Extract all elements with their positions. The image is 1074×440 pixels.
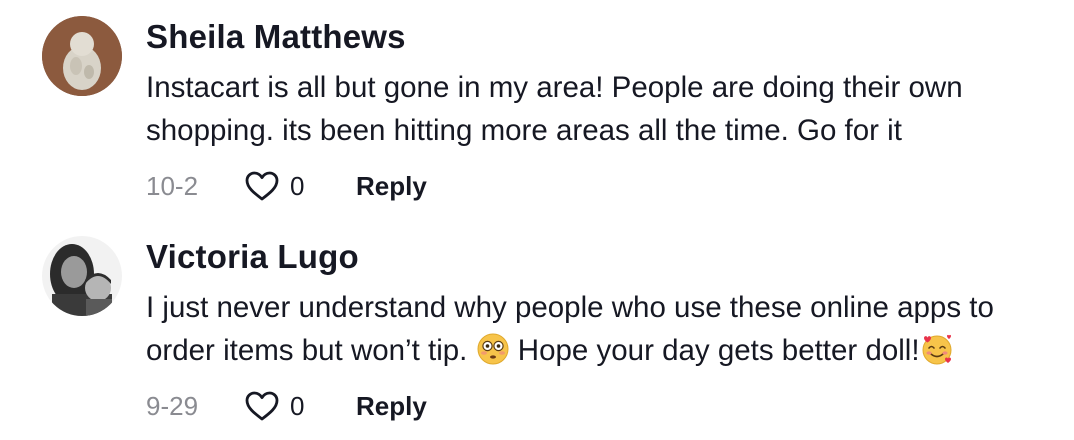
avatar[interactable] (42, 16, 122, 96)
like-button[interactable]: 0 (244, 170, 356, 202)
smiling-face-with-hearts-emoji (920, 332, 954, 366)
heart-icon (245, 171, 279, 201)
comment-meta: 10-2 0 Reply (146, 166, 427, 206)
username[interactable]: Victoria Lugo (146, 238, 359, 276)
reply-button[interactable]: Reply (356, 171, 427, 202)
comment-item: Victoria Lugo I just never understand wh… (0, 220, 1074, 440)
like-button[interactable]: 0 (244, 390, 356, 422)
avatar-image (42, 16, 122, 96)
like-count: 0 (290, 390, 305, 421)
comment-text: Instacart is all but gone in my area! Pe… (146, 71, 963, 147)
comment-text: I just never understand why people who u… (146, 286, 1056, 372)
comment-meta: 9-29 0 Reply (146, 386, 427, 426)
avatar-image (42, 236, 122, 316)
flushed-face-emoji (476, 332, 510, 366)
comment-text-part: Hope your day gets better doll! (517, 334, 920, 367)
like-count: 0 (290, 170, 305, 201)
username[interactable]: Sheila Matthews (146, 18, 406, 56)
comment-date: 9-29 (146, 390, 199, 421)
heart-icon (245, 391, 279, 421)
comment-date: 10-2 (146, 170, 199, 201)
avatar[interactable] (42, 236, 122, 316)
reply-button[interactable]: Reply (356, 391, 427, 422)
comment-item: Sheila Matthews Instacart is all but gon… (0, 0, 1074, 220)
